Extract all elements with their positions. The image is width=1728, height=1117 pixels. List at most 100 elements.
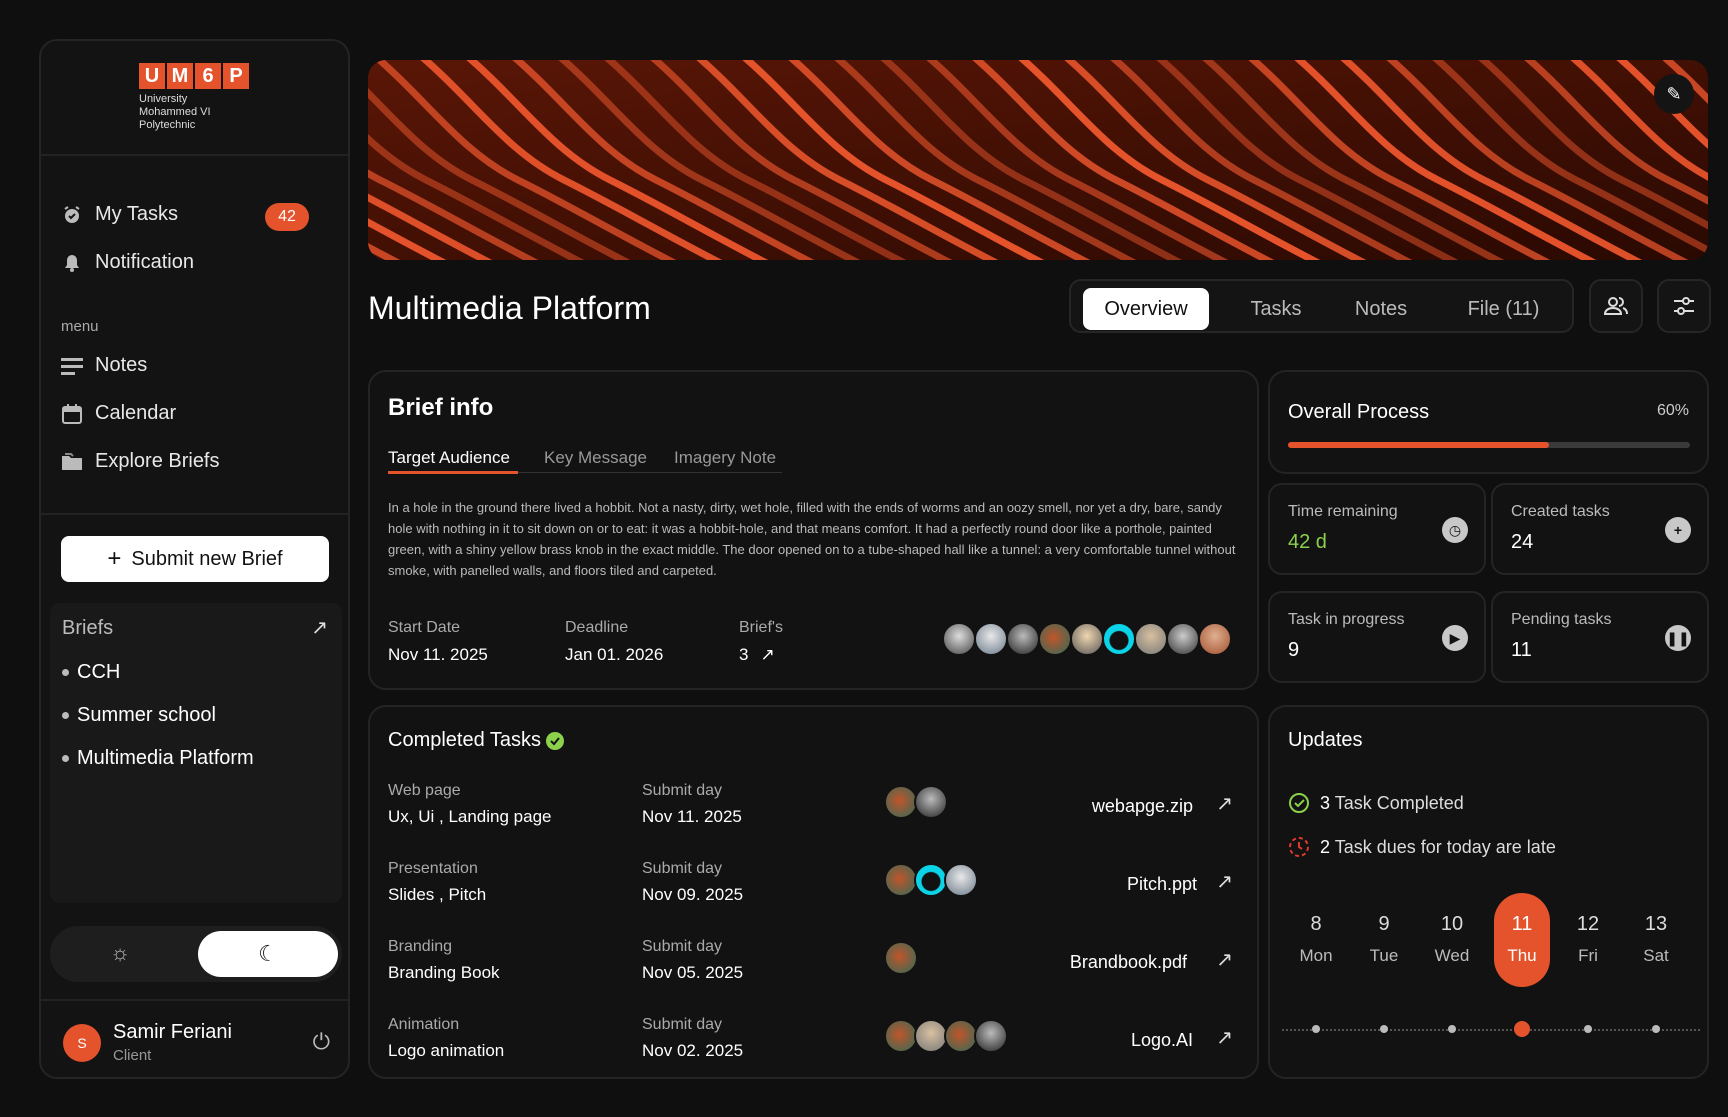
deadline-value: Jan 01. 2026	[565, 645, 664, 664]
created-tasks-card: Created tasks 24 +	[1491, 483, 1709, 575]
alarm-pause-icon: ❚❚	[1665, 625, 1691, 651]
tab-files[interactable]: File (11)	[1446, 288, 1561, 330]
task-name: Branding Book	[388, 963, 500, 982]
nav-label: Explore Briefs	[95, 450, 220, 472]
day-fri[interactable]: 12 Fri	[1560, 893, 1616, 987]
arrow-up-right-icon[interactable]: ↗	[1216, 791, 1233, 816]
team-button[interactable]	[1589, 279, 1643, 333]
um6p-logo[interactable]: U M 6 P University Mohammed VI Polytechn…	[139, 63, 249, 132]
avatar	[884, 785, 918, 819]
avatar	[1134, 622, 1168, 656]
arrow-up-right-icon[interactable]: ↗	[1216, 1025, 1233, 1050]
submit-day-label: Submit day	[642, 782, 723, 799]
submit-day-label: Submit day	[642, 860, 723, 877]
day-wed[interactable]: 10 Wed	[1424, 893, 1480, 987]
file-link[interactable]: Pitch.ppt	[1127, 874, 1197, 895]
subtab-target-audience[interactable]: Target Audience	[388, 448, 510, 468]
arrow-up-right-icon[interactable]: ↗	[311, 615, 328, 640]
bullet-icon	[62, 669, 69, 676]
folder-icon	[61, 451, 83, 473]
edit-banner-button[interactable]: ✎	[1654, 74, 1694, 114]
page-title: Multimedia Platform	[368, 290, 651, 326]
sun-icon[interactable]: ☼	[110, 940, 130, 966]
avatar	[942, 622, 976, 656]
progress-bar	[1288, 442, 1690, 448]
submit-day-label: Submit day	[642, 938, 723, 955]
user-avatar[interactable]: S	[63, 1024, 101, 1062]
stat-label: Time remaining	[1288, 503, 1398, 520]
submit-day-value: Nov 05. 2025	[642, 963, 744, 982]
project-banner: ✎	[368, 60, 1708, 260]
timeline	[1282, 1029, 1700, 1031]
submit-brief-button[interactable]: + Submit new Brief	[61, 536, 329, 582]
power-icon[interactable]: ⏻	[313, 1029, 330, 1055]
brief-item-summer-school[interactable]: Summer school	[62, 704, 216, 727]
nav-notes[interactable]: Notes	[61, 354, 147, 377]
day-tue[interactable]: 9 Tue	[1356, 893, 1412, 987]
tab-tasks[interactable]: Tasks	[1231, 288, 1321, 330]
logo-line: Polytechnic	[139, 119, 196, 131]
day-number: 8	[1310, 913, 1322, 935]
briefs-count-value: 3	[739, 645, 749, 664]
task-category: Web page	[388, 782, 461, 799]
file-link[interactable]: webapge.zip	[1092, 796, 1193, 817]
brief-info-title: Brief info	[388, 394, 494, 421]
subtab-key-message[interactable]: Key Message	[544, 448, 647, 468]
completed-tasks-title: Completed Tasks	[388, 729, 542, 751]
update-completed: 3 Task Completed	[1288, 792, 1464, 814]
filters-button[interactable]	[1657, 279, 1711, 333]
avatar	[1006, 622, 1040, 656]
nav-explore-briefs[interactable]: Explore Briefs	[61, 450, 220, 473]
subtab-imagery-note[interactable]: Imagery Note	[674, 448, 776, 468]
stopwatch-icon: ◷	[1442, 517, 1468, 543]
moon-icon[interactable]: ☾	[198, 931, 338, 977]
nav-calendar[interactable]: Calendar	[61, 402, 176, 425]
submit-day-value: Nov 11. 2025	[642, 807, 742, 826]
nav-label: My Tasks	[95, 203, 178, 225]
overall-process-title: Overall Process	[1288, 401, 1430, 423]
logo-letter: M	[167, 63, 193, 89]
logo-letter: P	[223, 63, 249, 89]
subtab-active-indicator	[388, 471, 518, 474]
nav-my-tasks[interactable]: My Tasks	[61, 203, 178, 226]
file-link[interactable]: Brandbook.pdf	[1070, 952, 1187, 973]
day-mon[interactable]: 8 Mon	[1288, 893, 1344, 987]
day-name: Mon	[1299, 946, 1333, 965]
arrow-up-right-icon: ↗	[760, 645, 775, 664]
brief-item-cch[interactable]: CCH	[62, 661, 120, 684]
tab-overview[interactable]: Overview	[1083, 288, 1209, 330]
theme-toggle[interactable]: ☼ ☾	[50, 926, 342, 982]
nav-notification[interactable]: Notification	[61, 251, 194, 274]
progress-fill	[1288, 442, 1550, 448]
avatar	[944, 1019, 978, 1053]
day-name: Tue	[1369, 946, 1399, 965]
arrow-up-right-icon[interactable]: ↗	[1216, 947, 1233, 972]
stat-label: Task in progress	[1288, 611, 1405, 628]
task-name: Logo animation	[388, 1041, 505, 1060]
day-name: Thu	[1507, 946, 1537, 965]
day-thu[interactable]: 11 Thu	[1494, 893, 1550, 987]
deadline-label: Deadline	[565, 619, 629, 636]
briefs-count-label: Brief's	[739, 619, 783, 636]
brief-label: CCH	[77, 661, 121, 683]
task-category: Presentation	[388, 860, 478, 877]
start-date-label: Start Date	[388, 619, 461, 636]
avatar	[884, 941, 918, 975]
completed-tasks-card: Completed Tasks Web page Ux, Ui , Landin…	[368, 705, 1259, 1079]
late-count: 2	[1320, 836, 1331, 857]
day-name: Fri	[1578, 946, 1598, 965]
day-sat[interactable]: 13 Sat	[1628, 893, 1684, 987]
avatar	[974, 622, 1008, 656]
logo-line: University	[139, 93, 188, 105]
brief-item-multimedia-platform[interactable]: Multimedia Platform	[62, 747, 254, 770]
day-number: 9	[1378, 913, 1390, 935]
briefs-count-link[interactable]: 3 ↗	[739, 645, 775, 665]
tab-notes[interactable]: Notes	[1336, 288, 1426, 330]
arrow-up-right-icon[interactable]: ↗	[1216, 869, 1233, 894]
submit-day-label: Submit day	[642, 1016, 723, 1033]
nav-label: Calendar	[95, 402, 177, 424]
logo-letter: U	[139, 63, 165, 89]
avatar	[914, 863, 948, 897]
file-link[interactable]: Logo.AI	[1131, 1030, 1193, 1051]
avatar	[1198, 622, 1232, 656]
